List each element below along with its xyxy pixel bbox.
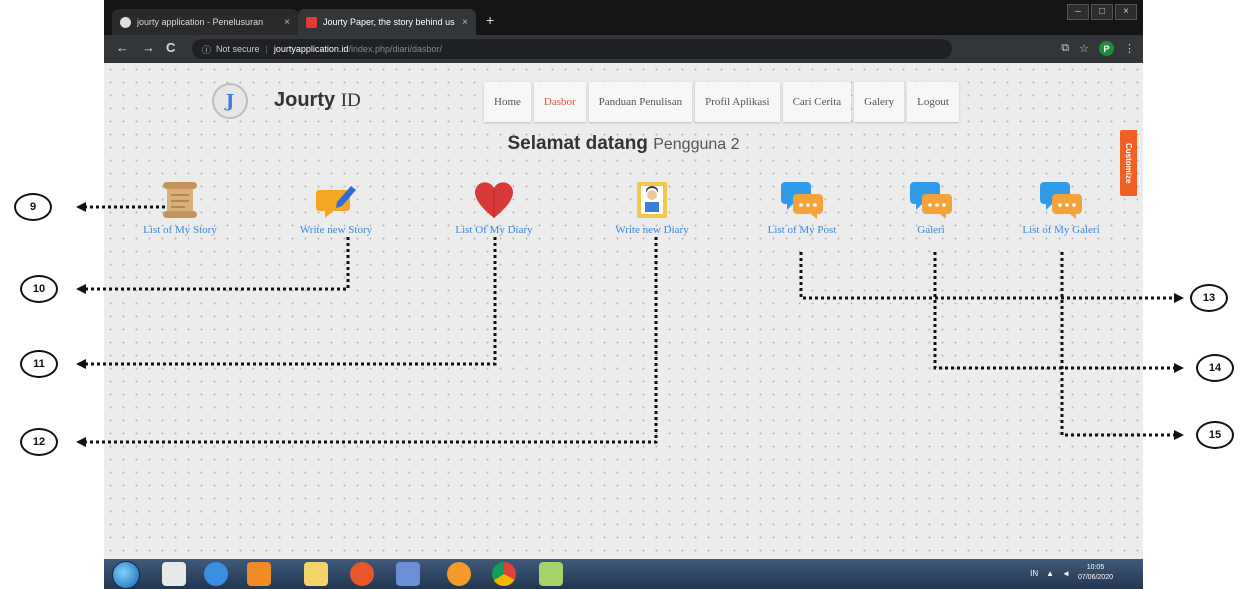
nav-logout[interactable]: Logout — [907, 82, 959, 122]
reload-button[interactable]: C — [166, 40, 175, 55]
main-nav: Home Dasbor Panduan Penulisan Profil Apl… — [484, 82, 959, 122]
tab-title: jourty application - Penelusuran — [137, 17, 264, 27]
heart-icon — [429, 176, 559, 220]
feature-label: List of My Galeri — [1022, 224, 1100, 236]
browser-window: jourty application - Penelusuran × Jourt… — [104, 0, 1143, 589]
annotation-14: 14 — [1196, 354, 1234, 382]
annotation-9: 9 — [14, 193, 52, 221]
network-icon[interactable]: ▲ — [1046, 569, 1054, 578]
feature-label: List Of My Diary — [455, 224, 533, 236]
feature-label: List of My Story — [143, 224, 217, 236]
window-controls: – □ × — [1067, 4, 1137, 20]
google-icon — [120, 16, 131, 28]
language-indicator[interactable]: IN — [1030, 569, 1038, 578]
chat-icon — [996, 176, 1126, 220]
feature-label: Write new Story — [299, 224, 373, 236]
page-content: J Jourty ID Home Dasbor Panduan Penulisa… — [104, 63, 1143, 559]
menu-icon[interactable]: ⋮ — [1124, 42, 1135, 55]
feature-list-my-diary[interactable]: List Of My Diary — [429, 176, 559, 236]
brand-name: Jourty — [274, 89, 336, 111]
close-icon[interactable]: × — [462, 17, 468, 28]
nav-galery[interactable]: Galery — [854, 82, 905, 122]
annotation-13: 13 — [1190, 284, 1228, 312]
volume-icon[interactable]: ◄ — [1062, 569, 1070, 578]
tab-title: Jourty Paper, the story behind us — [323, 17, 455, 27]
clock[interactable]: 10:05 07/06/2020 — [1078, 563, 1113, 583]
clock-time: 10:05 — [1086, 564, 1105, 571]
folder-icon[interactable] — [304, 562, 328, 586]
toolbar-actions: ⧉ ☆ P ⋮ — [1061, 41, 1135, 56]
info-icon[interactable]: ⓘ — [202, 43, 211, 56]
chat-icon — [866, 176, 996, 220]
star-icon[interactable]: ☆ — [1079, 42, 1089, 55]
url-path: /index.php/diari/dasbor/ — [348, 44, 442, 54]
media-icon[interactable] — [247, 562, 271, 586]
annotation-12: 12 — [20, 428, 58, 456]
security-label: Not secure — [216, 44, 260, 54]
feature-write-new-diary[interactable]: Write new Diary — [587, 176, 717, 236]
scroll-icon — [115, 176, 245, 220]
chrome-icon[interactable] — [492, 562, 516, 586]
back-button[interactable]: ← — [116, 40, 129, 55]
tab-search[interactable]: jourty application - Penelusuran × — [112, 9, 298, 35]
annotation-15: 15 — [1196, 421, 1234, 449]
annotation-10: 10 — [20, 275, 58, 303]
jourty-favicon-icon — [306, 16, 317, 28]
feature-label: List of My Post — [767, 224, 837, 236]
start-button[interactable] — [112, 561, 140, 589]
site-logo[interactable]: J — [212, 83, 248, 119]
site-brand[interactable]: Jourty ID — [274, 89, 361, 112]
nav-profil-aplikasi[interactable]: Profil Aplikasi — [695, 82, 780, 122]
taskbar: IN ▲ ◄ 10:05 07/06/2020 — [104, 559, 1143, 589]
user-name: Pengguna 2 — [653, 136, 740, 153]
system-tray: IN ▲ ◄ 10:05 07/06/2020 — [1030, 563, 1113, 583]
welcome-text: Selamat datang — [507, 133, 648, 154]
nav-cari-cerita[interactable]: Cari Cerita — [782, 82, 852, 122]
profile-avatar[interactable]: P — [1099, 41, 1114, 56]
nav-dasbor[interactable]: Dasbor — [533, 82, 586, 122]
nav-home[interactable]: Home — [484, 82, 531, 122]
word-icon[interactable] — [396, 562, 420, 586]
brand-suffix: ID — [340, 90, 361, 111]
firefox-icon[interactable] — [350, 562, 374, 586]
feature-list-my-post[interactable]: List of My Post — [737, 176, 867, 236]
annotation-11: 11 — [20, 350, 58, 378]
feature-label: Galeri — [917, 224, 945, 236]
nav-panduan-penulisan[interactable]: Panduan Penulisan — [588, 82, 693, 122]
feature-list-my-galeri[interactable]: List of My Galeri — [996, 176, 1126, 236]
ie-icon[interactable] — [204, 562, 228, 586]
welcome-heading: Selamat datang Pengguna 2 — [104, 133, 1143, 155]
feature-list-my-story[interactable]: List of My Story — [115, 176, 245, 236]
feature-write-new-story[interactable]: Write new Story — [271, 176, 401, 236]
new-tab-button[interactable]: + — [486, 12, 494, 28]
feature-galeri[interactable]: Galeri — [866, 176, 996, 236]
url-host: jourtyapplication.id — [273, 44, 349, 54]
address-bar[interactable]: ⓘ Not secure | jourtyapplication.id /ind… — [192, 39, 952, 59]
clock-date: 07/06/2020 — [1077, 574, 1113, 581]
feature-label: Write new Diary — [615, 224, 689, 236]
close-icon[interactable]: × — [284, 17, 290, 28]
app-icon[interactable] — [447, 562, 471, 586]
write-icon — [271, 176, 401, 220]
forward-button[interactable]: → — [142, 40, 155, 55]
close-window-button[interactable]: × — [1115, 4, 1137, 20]
translate-icon[interactable]: ⧉ — [1061, 42, 1069, 55]
minimize-button[interactable]: – — [1067, 4, 1089, 20]
tab-jourty[interactable]: Jourty Paper, the story behind us × — [298, 9, 476, 35]
chat-icon — [737, 176, 867, 220]
diary-icon — [587, 176, 717, 220]
tab-bar: jourty application - Penelusuran × Jourt… — [104, 0, 1143, 35]
maximize-button[interactable]: □ — [1091, 4, 1113, 20]
calendar-icon[interactable] — [162, 562, 186, 586]
browser-toolbar: ← → C ⓘ Not secure | jourtyapplication.i… — [104, 35, 1143, 63]
app-icon[interactable] — [539, 562, 563, 586]
